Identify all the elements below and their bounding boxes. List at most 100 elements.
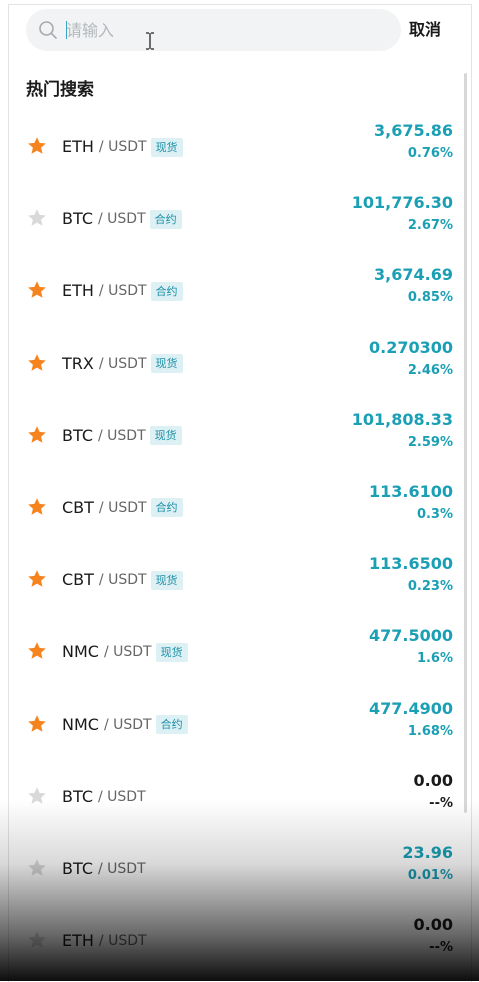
market-list-item[interactable]: BTC / USDT 23.96 0.01% xyxy=(9,835,471,907)
price-change: 1.68% xyxy=(407,723,453,739)
base-asset: BTC xyxy=(62,786,93,806)
favorite-star-icon[interactable] xyxy=(27,641,47,661)
base-asset: ETH xyxy=(62,931,94,951)
search-header: 取消 xyxy=(9,5,471,57)
last-price: 101,776.30 xyxy=(351,193,453,213)
favorite-star-icon[interactable] xyxy=(27,569,47,589)
quote-asset: / USDT xyxy=(97,211,146,228)
search-icon xyxy=(39,21,57,39)
price-change: 0.01% xyxy=(407,867,453,883)
base-asset: NMC xyxy=(62,714,99,734)
last-price: 0.270300 xyxy=(368,337,453,357)
price-change: --% xyxy=(429,940,453,956)
market-list-item[interactable]: TRX / USDT 现货 0.270300 2.46% xyxy=(9,330,471,402)
favorite-star-icon[interactable] xyxy=(27,930,47,950)
price-change: 2.59% xyxy=(407,434,453,450)
search-box[interactable] xyxy=(26,9,401,51)
quote-asset: / USDT xyxy=(98,355,147,372)
favorite-star-icon[interactable] xyxy=(27,497,47,517)
text-caret xyxy=(66,21,67,39)
trading-pair: NMC / USDT 现货 xyxy=(62,642,188,662)
trading-pair: BTC / USDT xyxy=(62,787,146,807)
favorite-star-icon[interactable] xyxy=(27,425,47,445)
quote-asset: / USDT xyxy=(98,139,147,155)
price-change: 0.23% xyxy=(407,579,453,595)
base-asset: BTC xyxy=(62,858,93,878)
base-asset: ETH xyxy=(62,137,94,156)
last-price: 0.00 xyxy=(413,915,453,935)
last-price: 477.5000 xyxy=(368,626,453,646)
trading-pair: NMC / USDT 合约 xyxy=(62,715,188,735)
market-type-badge: 现货 xyxy=(150,137,183,157)
favorite-star-icon[interactable] xyxy=(27,714,47,734)
quote-asset: / USDT xyxy=(98,933,147,950)
quote-asset: / USDT xyxy=(97,788,146,805)
last-price: 113.6500 xyxy=(368,554,453,574)
last-price: 113.6100 xyxy=(368,481,453,501)
market-list-item[interactable]: ETH / USDT 0.00 --% xyxy=(9,907,471,979)
trading-pair: CBT / USDT 现货 xyxy=(62,570,183,590)
last-price: 0.00 xyxy=(413,770,453,790)
favorite-star-icon[interactable] xyxy=(27,136,47,156)
last-price: 3,674.69 xyxy=(374,265,453,285)
favorite-star-icon[interactable] xyxy=(27,786,47,806)
trading-pair: BTC / USDT 现货 xyxy=(62,426,182,446)
favorite-star-icon[interactable] xyxy=(27,858,47,878)
market-list-item[interactable]: BTC / USDT 0.00 --% xyxy=(9,763,471,835)
trading-pair: ETH / USDT 合约 xyxy=(62,281,183,301)
base-asset: TRX xyxy=(62,353,94,373)
price-change: 2.46% xyxy=(407,362,453,378)
trading-pair: ETH / USDT xyxy=(62,931,147,951)
last-price: 477.4900 xyxy=(368,698,453,718)
favorite-star-icon[interactable] xyxy=(27,208,47,228)
price-change: --% xyxy=(429,795,453,811)
base-asset: CBT xyxy=(62,570,94,590)
base-asset: ETH xyxy=(62,281,94,301)
ibeam-cursor-icon xyxy=(146,32,154,50)
search-page: 取消 热门搜索 ETH/ USDT现货3,675.860.76%BTC/ USD… xyxy=(8,4,472,982)
price-change: 1.6% xyxy=(416,651,453,667)
market-list: ETH / USDT 现货 3,675.86 0.76% BTC / USDT 合约 101,7… xyxy=(9,113,471,979)
trading-pair: BTC / USDT xyxy=(62,859,146,879)
last-price: 3,675.86 xyxy=(374,121,453,140)
base-asset: BTC xyxy=(62,209,93,229)
quote-asset: / USDT xyxy=(98,499,147,516)
base-asset: NMC xyxy=(62,642,99,662)
trading-pair: CBT / USDT 合约 xyxy=(62,498,183,518)
market-list-item[interactable]: CBT / USDT 合约 113.6100 0.3% xyxy=(9,474,471,546)
favorite-star-icon[interactable] xyxy=(27,353,47,373)
favorite-star-icon[interactable] xyxy=(27,280,47,300)
last-price: 23.96 xyxy=(402,842,453,862)
market-list-item[interactable]: NMC / USDT 现货 477.5000 1.6% xyxy=(9,618,471,690)
price-change: 2.67% xyxy=(407,218,453,234)
market-type-badge: 合约 xyxy=(149,209,182,229)
quote-asset: / USDT xyxy=(103,716,152,733)
trading-pair: BTC / USDT 合约 xyxy=(62,209,182,229)
price-change: 0.76% xyxy=(407,146,453,161)
market-list-item[interactable]: BTC / USDT 合约 101,776.30 2.67% xyxy=(9,185,471,257)
last-price: 101,808.33 xyxy=(351,409,453,429)
market-type-badge: 现货 xyxy=(149,426,182,446)
market-type-badge: 合约 xyxy=(150,281,183,301)
market-type-badge: 现货 xyxy=(150,354,183,374)
market-type-badge: 合约 xyxy=(155,715,188,734)
quote-asset: / USDT xyxy=(97,427,146,444)
market-type-badge: 现货 xyxy=(150,570,183,590)
market-list-item[interactable]: NMC / USDT 合约 477.4900 1.68% xyxy=(9,691,471,763)
market-list-item[interactable]: BTC / USDT 现货 101,808.33 2.59% xyxy=(9,402,471,474)
market-list-item[interactable]: CBT / USDT 现货 113.6500 0.23% xyxy=(9,546,471,618)
market-list-item[interactable]: ETH / USDT 合约 3,674.69 0.85% xyxy=(9,257,471,329)
quote-asset: / USDT xyxy=(98,283,147,300)
hot-search-title: 热门搜索 xyxy=(26,80,94,100)
trading-pair: ETH / USDT 现货 xyxy=(62,137,183,157)
base-asset: CBT xyxy=(62,497,94,517)
quote-asset: / USDT xyxy=(98,572,147,589)
base-asset: BTC xyxy=(62,425,93,445)
search-input[interactable] xyxy=(66,9,386,51)
cancel-button[interactable]: 取消 xyxy=(409,9,441,51)
price-change: 0.3% xyxy=(416,506,453,522)
market-type-badge: 现货 xyxy=(155,642,188,662)
price-change: 0.85% xyxy=(407,290,453,306)
market-list-item[interactable]: ETH / USDT 现货 3,675.86 0.76% xyxy=(9,113,471,185)
trading-pair: TRX / USDT 现货 xyxy=(62,354,183,374)
